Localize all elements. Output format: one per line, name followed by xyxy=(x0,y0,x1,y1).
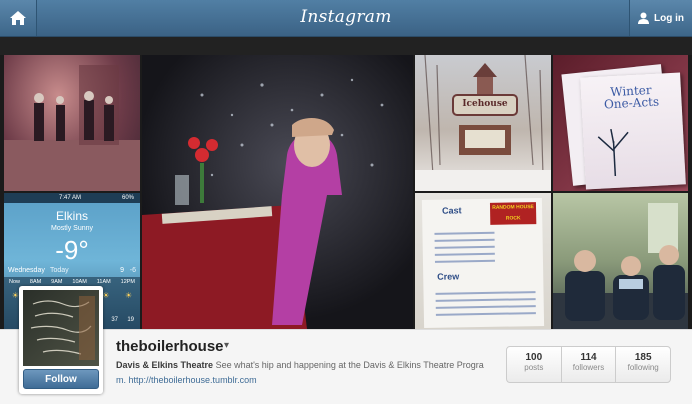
cast-heading: Cast xyxy=(441,205,462,216)
login-label: Log in xyxy=(654,12,684,24)
performance-image xyxy=(142,78,384,329)
posts-label: posts xyxy=(524,363,544,372)
instagram-logo[interactable]: Instagram xyxy=(0,7,692,27)
photo-tile-cast-list[interactable]: Cast RANDOM HOUSE ROCK Crew xyxy=(415,193,551,329)
followers-label: followers xyxy=(572,363,605,372)
weather-temperature: -9° xyxy=(55,235,89,265)
chalkboard-image xyxy=(30,296,95,360)
icehouse-image xyxy=(415,55,551,191)
stat-posts[interactable]: 100 posts xyxy=(507,347,561,382)
bio-name: Davis & Elkins Theatre xyxy=(116,360,214,370)
profile-username: theboilerhouse xyxy=(116,338,224,355)
photo-tile-rehearsal[interactable] xyxy=(4,55,140,191)
weather-bottom-temp-1: 37 xyxy=(111,317,118,323)
photo-tile-poster[interactable]: Winter One-Acts xyxy=(553,55,688,191)
photo-tile-icehouse[interactable]: Icehouse xyxy=(415,55,551,191)
status-time: 7:47 AM xyxy=(59,195,82,201)
crew-heading: Crew xyxy=(437,271,460,282)
user-icon xyxy=(638,12,649,24)
top-bar: Instagram Log in xyxy=(0,0,692,37)
icehouse-sign: Icehouse xyxy=(462,99,508,109)
weather-hours: Now 8AM 9AM 10AM 11AM 12PM xyxy=(8,279,136,285)
group-image xyxy=(553,203,688,329)
header-stripe xyxy=(0,37,692,55)
tree-icon xyxy=(597,129,629,177)
stat-following[interactable]: 185 following xyxy=(615,347,670,382)
weather-high: 9 xyxy=(120,267,124,274)
profile-stats: 100 posts 114 followers 185 following xyxy=(506,346,671,383)
following-label: following xyxy=(627,363,659,372)
options-chevron-icon[interactable]: ▾ xyxy=(224,340,229,351)
stat-followers[interactable]: 114 followers xyxy=(560,347,616,382)
following-count: 185 xyxy=(634,352,652,363)
photo-tile-performance[interactable] xyxy=(142,55,413,329)
weather-day: Wednesday xyxy=(8,267,45,274)
profile-card: Follow xyxy=(19,286,103,394)
poster-title: Winter One-Acts xyxy=(603,82,660,112)
weather-today: Today xyxy=(50,267,69,274)
weather-city: Elkins xyxy=(55,209,88,223)
rehearsal-image xyxy=(4,65,140,191)
battery-level: 60% xyxy=(121,195,134,201)
show-logo: RANDOM HOUSE ROCK xyxy=(489,202,537,225)
avatar[interactable] xyxy=(23,290,99,366)
bio-text: See what's hip and happening at the Davi… xyxy=(215,360,484,370)
weather-low: -6 xyxy=(129,267,136,274)
weather-condition: Mostly Sunny xyxy=(50,225,94,232)
login-button[interactable]: Log in xyxy=(629,0,692,36)
profile-link[interactable]: m. http://theboilerhouse.tumblr.com xyxy=(116,375,257,385)
profile-bio: Davis & Elkins Theatre See what's hip an… xyxy=(116,360,484,370)
posts-count: 100 xyxy=(525,352,543,363)
followers-count: 114 xyxy=(580,352,597,363)
photo-grid: 7:47 AM 60% Elkins Mostly Sunny -9° Wedn… xyxy=(4,55,688,329)
follow-button[interactable]: Follow xyxy=(23,369,99,389)
weather-bottom-temp-2: 19 xyxy=(127,317,134,323)
photo-tile-group[interactable] xyxy=(553,193,688,329)
